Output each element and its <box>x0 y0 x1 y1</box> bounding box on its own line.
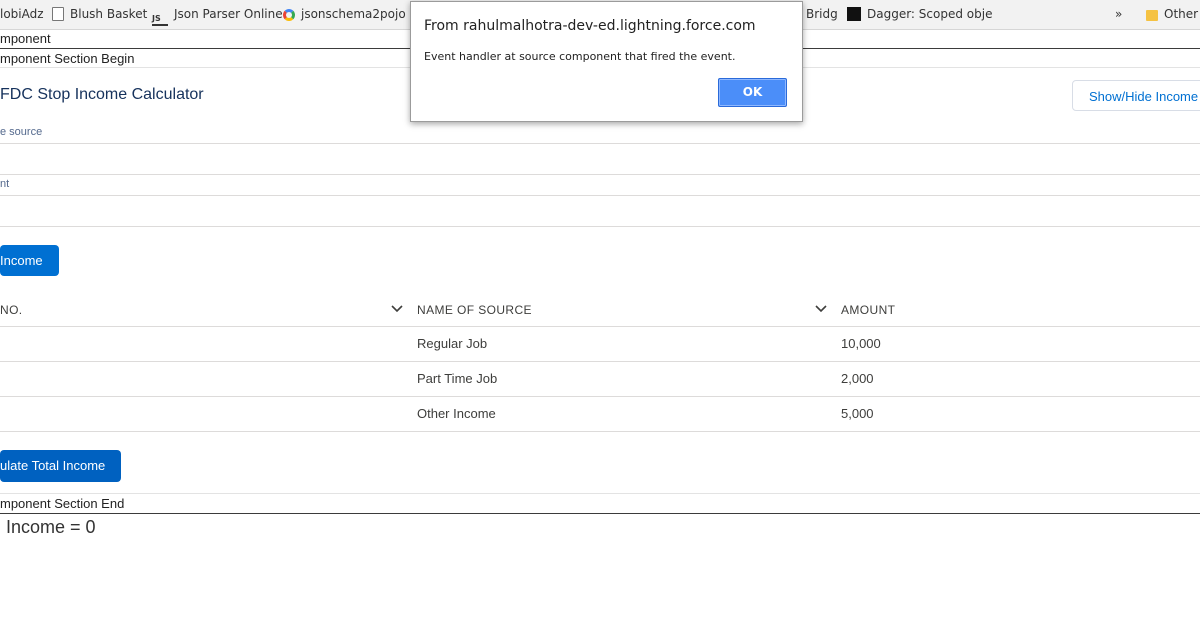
bookmark-blush-basket[interactable]: Blush Basket <box>52 7 147 21</box>
dagger-icon <box>847 7 861 21</box>
alert-dialog: From rahulmalhotra-dev-ed.lightning.forc… <box>410 1 803 122</box>
income-source-label: e source <box>0 126 43 138</box>
bookmark-lobiadz[interactable]: lobiAdz <box>0 7 44 21</box>
section-end-label: mponent Section End <box>0 496 125 511</box>
card-title: FDC Stop Income Calculator <box>0 86 204 103</box>
cell-source: Part Time Job <box>417 371 498 386</box>
dialog-title: From rahulmalhotra-dev-ed.lightning.forc… <box>424 18 756 34</box>
bookmark-label: Dagger: Scoped obje <box>867 7 993 21</box>
column-header-no[interactable]: NO. <box>0 303 23 317</box>
column-header-amount[interactable]: AMOUNT <box>841 303 895 317</box>
divider <box>0 513 1200 514</box>
cell-source: Other Income <box>417 406 496 421</box>
bookmark-label: » <box>1115 7 1123 21</box>
amount-input[interactable] <box>0 195 1200 227</box>
bookmark-bridge[interactable]: Bridg <box>806 7 838 21</box>
income-source-input[interactable] <box>0 143 1200 175</box>
cell-source: Regular Job <box>417 336 488 351</box>
bookmark-label: Other <box>1164 7 1199 21</box>
cell-amount: 2,000 <box>841 371 874 386</box>
bookmark-label: Bridg <box>806 7 838 21</box>
dialog-message: Event handler at source component that f… <box>424 50 736 63</box>
google-icon <box>283 9 295 21</box>
cell-amount: 10,000 <box>841 336 881 351</box>
bookmarks-overflow-button[interactable]: » <box>1115 7 1122 21</box>
bookmark-label: jsonschema2pojo - <box>301 7 414 21</box>
divider <box>0 493 1200 494</box>
row-divider <box>0 396 1200 397</box>
page-icon <box>52 7 64 21</box>
bookmark-label: Json Parser Online <box>174 7 283 21</box>
bookmark-label: lobiAdz <box>0 7 44 21</box>
json-icon: JS <box>152 14 168 26</box>
bookmark-dagger[interactable]: Dagger: Scoped obje <box>847 7 992 21</box>
show-hide-income-button[interactable]: Show/Hide Income <box>1072 80 1200 111</box>
chevron-down-icon[interactable] <box>390 303 404 315</box>
section-begin-label: mponent Section Begin <box>0 51 135 66</box>
bookmark-json-parser[interactable]: JS Json Parser Online <box>152 7 283 26</box>
total-income-result: Income = 0 <box>6 517 96 537</box>
row-divider <box>0 326 1200 327</box>
folder-icon <box>1146 10 1158 21</box>
bookmark-jsonschema2pojo[interactable]: jsonschema2pojo - <box>283 7 414 21</box>
column-header-source[interactable]: NAME OF SOURCE <box>417 303 532 317</box>
ok-button[interactable]: OK <box>718 78 787 107</box>
row-divider <box>0 431 1200 432</box>
amount-label: nt <box>0 178 10 190</box>
chevron-down-icon[interactable] <box>814 303 828 315</box>
calculate-total-income-button[interactable]: ulate Total Income <box>0 450 121 482</box>
component-name: mponent <box>0 31 51 46</box>
bookmark-label: Blush Basket <box>70 7 148 21</box>
row-divider <box>0 361 1200 362</box>
bookmark-other-folder[interactable]: Other <box>1146 7 1198 21</box>
add-income-button[interactable]: Income <box>0 245 59 276</box>
cell-amount: 5,000 <box>841 406 874 421</box>
